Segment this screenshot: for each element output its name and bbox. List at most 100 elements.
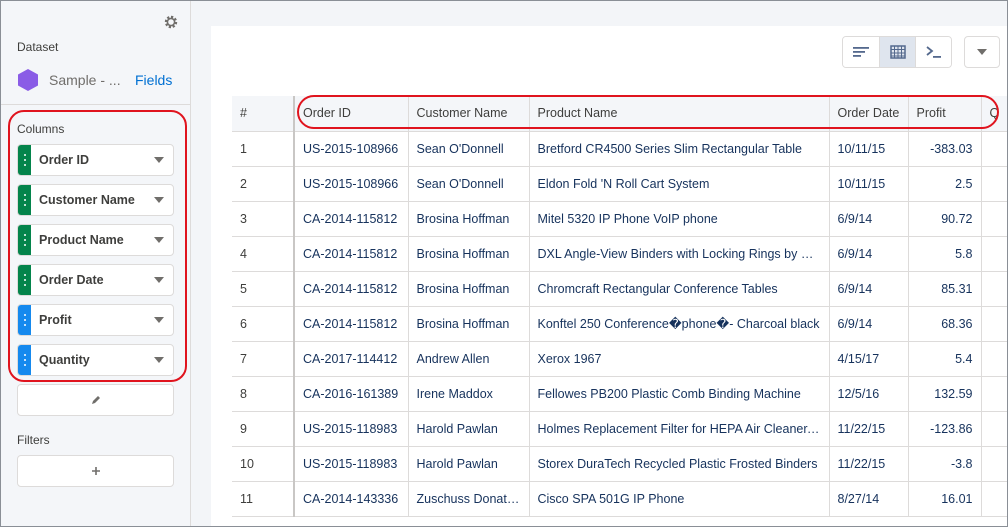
cell-profit: 132.59 <box>908 376 982 412</box>
row-index: 8 <box>232 376 295 412</box>
cell-customer-name: Sean O'Donnell <box>408 131 530 167</box>
table-row: 2 US-2015-108966 Sean O'Donnell Eldon Fo… <box>232 166 1007 202</box>
row-index: 1 <box>232 131 295 167</box>
data-table-container[interactable]: # Order ID Customer Name Product Name Or… <box>232 96 1007 526</box>
column-label: Quantity <box>39 353 90 367</box>
view-mode-group <box>842 36 952 68</box>
cell-order-date: 6/9/14 <box>829 306 909 342</box>
column-pill-profit[interactable]: Profit <box>17 304 174 336</box>
header-quantity[interactable]: Q <box>981 96 1007 132</box>
chevron-down-icon[interactable] <box>154 197 164 203</box>
chevron-down-icon[interactable] <box>154 277 164 283</box>
chevron-down-icon[interactable] <box>964 36 1000 68</box>
cell-customer-name: Brosina Hoffman <box>408 236 530 272</box>
cell-order-date: 10/11/15 <box>829 166 909 202</box>
dataset-row: Sample - ... Fields <box>17 68 177 92</box>
cell-order-id: CA-2017-114412 <box>294 341 409 377</box>
table-row: 7 CA-2017-114412 Andrew Allen Xerox 1967… <box>232 341 1007 377</box>
chevron-down-icon[interactable] <box>154 357 164 363</box>
add-filter-button[interactable] <box>17 455 174 487</box>
drag-handle[interactable] <box>18 345 31 375</box>
cell-quantity <box>981 446 1007 482</box>
cell-profit: -123.86 <box>908 411 982 447</box>
sidebar-divider <box>1 104 191 105</box>
cell-quantity <box>981 201 1007 237</box>
cell-order-id: US-2015-118983 <box>294 411 409 447</box>
column-pill-order-id[interactable]: Order ID <box>17 144 174 176</box>
column-pill-quantity[interactable]: Quantity <box>17 344 174 376</box>
sidebar: Dataset Sample - ... Fields Columns Orde… <box>1 1 191 526</box>
row-index: 7 <box>232 341 295 377</box>
cell-customer-name: Brosina Hoffman <box>408 271 530 307</box>
row-index: 4 <box>232 236 295 272</box>
dataset-heading: Dataset <box>17 40 59 54</box>
drag-handle[interactable] <box>18 305 31 335</box>
column-label: Product Name <box>39 233 124 247</box>
drag-handle[interactable] <box>18 145 31 175</box>
cell-profit: 2.5 <box>908 166 982 202</box>
app-window: Dataset Sample - ... Fields Columns Orde… <box>0 0 1008 527</box>
chevron-down-icon[interactable] <box>154 237 164 243</box>
table-header-row: # Order ID Customer Name Product Name Or… <box>232 96 1007 132</box>
cell-order-date: 6/9/14 <box>829 271 909 307</box>
cell-customer-name: Irene Maddox <box>408 376 530 412</box>
header-customer-name[interactable]: Customer Name <box>408 96 530 132</box>
cell-customer-name: Zuschuss Donatelli <box>408 481 530 517</box>
chevron-down-icon[interactable] <box>154 317 164 323</box>
cell-order-date: 11/22/15 <box>829 446 909 482</box>
cell-product-name: Bretford CR4500 Series Slim Rectangular … <box>529 131 830 167</box>
cell-quantity <box>981 306 1007 342</box>
cell-product-name: Chromcraft Rectangular Conference Tables <box>529 271 830 307</box>
cell-order-date: 12/5/16 <box>829 376 909 412</box>
sort-icon[interactable] <box>843 37 879 67</box>
column-pill-order-date[interactable]: Order Date <box>17 264 174 296</box>
header-profit[interactable]: Profit <box>908 96 982 132</box>
header-order-date[interactable]: Order Date <box>829 96 909 132</box>
cell-order-id: US-2015-118983 <box>294 446 409 482</box>
edit-columns-button[interactable] <box>17 384 174 416</box>
cell-quantity <box>981 131 1007 167</box>
column-label: Profit <box>39 313 72 327</box>
query-console-icon[interactable] <box>915 37 951 67</box>
fields-link[interactable]: Fields <box>135 72 172 88</box>
gear-icon[interactable] <box>163 14 179 30</box>
dataset-name[interactable]: Sample - ... <box>49 72 129 88</box>
cell-quantity <box>981 411 1007 447</box>
table-row: 1 US-2015-108966 Sean O'Donnell Bretford… <box>232 131 1007 167</box>
column-pill-product-name[interactable]: Product Name <box>17 224 174 256</box>
cell-profit: 16.01 <box>908 481 982 517</box>
row-index: 2 <box>232 166 295 202</box>
table-row: 3 CA-2014-115812 Brosina Hoffman Mitel 5… <box>232 201 1007 237</box>
table-row: 4 CA-2014-115812 Brosina Hoffman DXL Ang… <box>232 236 1007 272</box>
table-row: 11 CA-2014-143336 Zuschuss Donatelli Cis… <box>232 481 1007 517</box>
row-index: 9 <box>232 411 295 447</box>
plus-icon <box>91 467 100 475</box>
cell-profit: 5.4 <box>908 341 982 377</box>
table-row: 6 CA-2014-115812 Brosina Hoffman Konftel… <box>232 306 1007 342</box>
cell-quantity <box>981 341 1007 377</box>
cell-order-date: 11/22/15 <box>829 411 909 447</box>
header-product-name[interactable]: Product Name <box>529 96 830 132</box>
chevron-down-icon[interactable] <box>154 157 164 163</box>
cell-order-id: US-2015-108966 <box>294 166 409 202</box>
column-label: Customer Name <box>39 193 135 207</box>
table-row: 8 CA-2016-161389 Irene Maddox Fellowes P… <box>232 376 1007 412</box>
columns-heading: Columns <box>17 122 65 136</box>
cell-profit: -383.03 <box>908 131 982 167</box>
cell-customer-name: Harold Pawlan <box>408 411 530 447</box>
column-label: Order ID <box>39 153 90 167</box>
drag-handle[interactable] <box>18 225 31 255</box>
cell-product-name: Konftel 250 Conference�phone�- Charcoal … <box>529 306 830 342</box>
header-order-id[interactable]: Order ID <box>294 96 409 132</box>
cell-customer-name: Sean O'Donnell <box>408 166 530 202</box>
drag-handle[interactable] <box>18 265 31 295</box>
cell-profit: -3.8 <box>908 446 982 482</box>
cell-quantity <box>981 166 1007 202</box>
drag-handle[interactable] <box>18 185 31 215</box>
cell-customer-name: Andrew Allen <box>408 341 530 377</box>
main-panel: # Order ID Customer Name Product Name Or… <box>211 26 1007 526</box>
cell-customer-name: Harold Pawlan <box>408 446 530 482</box>
column-pill-customer-name[interactable]: Customer Name <box>17 184 174 216</box>
table-icon[interactable] <box>879 37 915 67</box>
view-toolbar <box>842 36 1000 68</box>
